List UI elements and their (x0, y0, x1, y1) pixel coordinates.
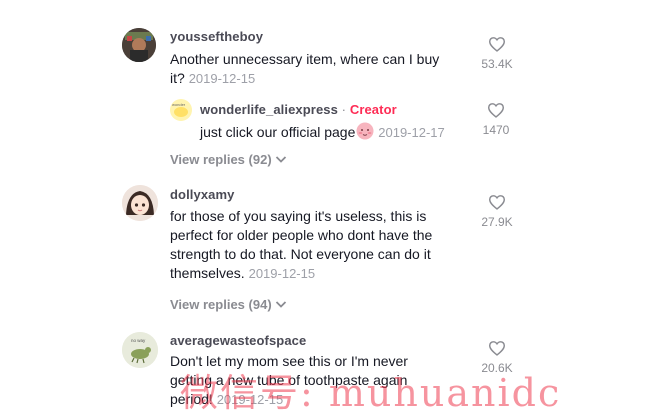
heart-outline-icon (488, 341, 506, 356)
creator-logo-icon: wonder (170, 99, 192, 121)
anime-avatar-icon (122, 185, 158, 221)
avatar[interactable] (122, 185, 158, 221)
reply-username[interactable]: wonderlife_aliexpress (200, 102, 338, 117)
like-button[interactable]: 27.9K (471, 194, 523, 229)
cartoon-avatar-icon: no way (122, 332, 158, 368)
blushing-face-icon (356, 122, 374, 140)
view-replies-button[interactable]: View replies (92) (170, 152, 287, 167)
creator-badge: Creator (349, 102, 397, 117)
comment-text-line: strength to do that. Not everyone can do… (170, 246, 431, 262)
view-replies-label: View replies (94) (170, 297, 272, 312)
heart-outline-icon (487, 103, 505, 118)
reply-text: just click our official page 2019-12-17 (200, 122, 445, 142)
comment-text-line: it? (170, 70, 185, 86)
chevron-down-icon (276, 301, 287, 308)
comment-text-line: for those of you saying it's useless, th… (170, 208, 427, 224)
reply-text-content: just click our official page (200, 124, 356, 140)
heart-outline-icon (488, 195, 506, 210)
avatar[interactable]: no way (122, 332, 158, 368)
view-replies-label: View replies (92) (170, 152, 272, 167)
svg-text:wonder: wonder (172, 102, 186, 107)
avatar[interactable] (122, 28, 156, 62)
view-replies-button[interactable]: View replies (94) (170, 297, 287, 312)
like-count: 27.9K (481, 215, 513, 229)
separator-dot: · (341, 102, 347, 117)
comment-text-line: perfect for older people who dont have t… (170, 227, 433, 243)
reply-like-count: 1470 (482, 123, 510, 137)
avatar-photo-icon (122, 28, 156, 62)
heart-outline-icon (488, 37, 506, 52)
comment-date: 2019-12-15 (188, 71, 256, 86)
comment-text: Another unnecessary item, where can I bu… (170, 50, 490, 88)
comment-date: 2019-12-15 (248, 266, 316, 281)
comment-text-line: themselves. (170, 265, 245, 281)
reply-like-button[interactable]: 1470 (470, 102, 522, 137)
reply-avatar[interactable]: wonder (170, 99, 192, 121)
comment-text-line: Another unnecessary item, where can I bu… (170, 51, 440, 67)
username[interactable]: dollyxamy (170, 187, 235, 202)
username[interactable]: averagewasteofspace (170, 333, 306, 348)
reply-header: wonderlife_aliexpress · Creator (200, 102, 397, 117)
watermark-text: 微信号: muhuanidc (180, 371, 562, 415)
like-button[interactable]: 53.4K (471, 36, 523, 71)
svg-text:no way: no way (131, 338, 146, 343)
username[interactable]: youssef​theboy (170, 29, 263, 44)
reply-date: 2019-12-17 (378, 125, 445, 140)
chevron-down-icon (276, 156, 287, 163)
like-count: 53.4K (481, 57, 513, 71)
comment-text: for those of you saying it's useless, th… (170, 207, 490, 283)
